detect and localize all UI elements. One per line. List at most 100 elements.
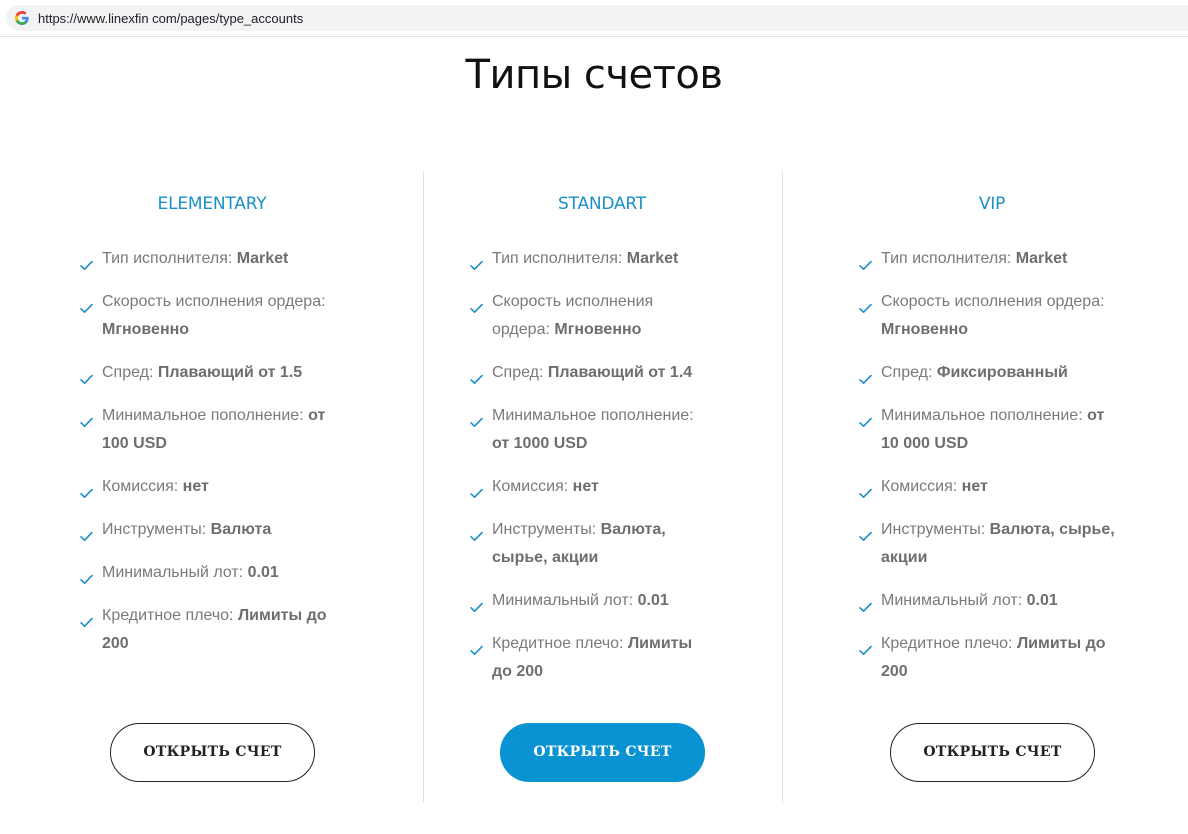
feature-value: нет	[182, 478, 209, 495]
feature-list: Тип исполнителя: Market Скорость исполнен…	[470, 245, 710, 701]
feature-label: Комиссия:	[102, 478, 183, 495]
feature-label: Инструменты:	[881, 521, 990, 538]
feature-value: Market	[236, 250, 289, 267]
check-icon	[470, 595, 483, 612]
column-divider	[423, 171, 424, 803]
feature-label: Инструменты:	[102, 521, 211, 538]
check-icon	[80, 567, 93, 584]
feature-item: Инструменты: Валюта	[80, 516, 346, 544]
feature-item: Инструменты: Валюта, сырье, акции	[470, 516, 710, 572]
feature-item: Комиссия: нет	[859, 473, 1125, 501]
page-title: Типы счетов	[465, 52, 723, 98]
feature-item: Спред: Плавающий от 1.5	[80, 359, 346, 387]
feature-item: Минимальный лот: 0.01	[80, 559, 346, 587]
feature-label: Минимальный лот:	[492, 592, 638, 609]
open-account-button[interactable]: ОТКРЫТЬ СЧЕТ	[110, 723, 315, 782]
feature-label: Кредитное плечо:	[492, 635, 628, 652]
feature-item: Кредитное плечо: Лимиты до 200	[80, 602, 346, 658]
feature-item: Кредитное плечо: Лимиты до 200	[470, 630, 710, 686]
plan-title: VIP	[978, 194, 1006, 214]
feature-item: Тип исполнителя: Market	[80, 245, 346, 273]
feature-label: Тип исполнителя:	[881, 250, 1016, 267]
check-icon	[80, 367, 93, 384]
feature-list: Тип исполнителя: Market Скорость исполнен…	[80, 245, 346, 673]
feature-label: Минимальное пополнение:	[492, 407, 694, 424]
feature-label: Тип исполнителя:	[492, 250, 627, 267]
check-icon	[80, 524, 93, 541]
check-icon	[859, 595, 872, 612]
feature-item: Спред: Плавающий от 1.4	[470, 359, 710, 387]
open-account-button[interactable]: ОТКРЫТЬ СЧЕТ	[500, 723, 705, 782]
browser-address-bar: https://www.linexfin com/pages/type_acco…	[0, 0, 1188, 37]
feature-item: Минимальный лот: 0.01	[470, 587, 710, 615]
check-icon	[80, 253, 93, 270]
feature-value: нет	[572, 478, 599, 495]
check-icon	[859, 253, 872, 270]
feature-label: Тип исполнителя:	[102, 250, 237, 267]
feature-label: Минимальное пополнение:	[102, 407, 309, 424]
url-field[interactable]: https://www.linexfin com/pages/type_acco…	[6, 5, 1188, 31]
feature-label: Спред:	[492, 364, 548, 381]
check-icon	[859, 638, 872, 655]
feature-label: Спред:	[102, 364, 158, 381]
feature-item: Комиссия: нет	[470, 473, 710, 501]
check-icon	[80, 610, 93, 627]
feature-label: Комиссия:	[492, 478, 573, 495]
feature-value: Фиксированный	[936, 364, 1068, 381]
check-icon	[859, 481, 872, 498]
feature-label: Минимальный лот:	[881, 592, 1027, 609]
check-icon	[470, 481, 483, 498]
feature-item: Кредитное плечо: Лимиты до 200	[859, 630, 1125, 686]
check-icon	[470, 638, 483, 655]
feature-value: 0.01	[637, 592, 669, 609]
check-icon	[859, 367, 872, 384]
feature-label: Кредитное плечо:	[102, 607, 238, 624]
check-icon	[470, 296, 483, 313]
feature-item: Минимальное пополнение: от 100 USD	[80, 402, 346, 458]
feature-item: Комиссия: нет	[80, 473, 346, 501]
url-text[interactable]: https://www.linexfin com/pages/type_acco…	[38, 11, 303, 26]
check-icon	[80, 296, 93, 313]
check-icon	[80, 410, 93, 427]
google-icon	[15, 11, 29, 25]
feature-value: нет	[961, 478, 988, 495]
feature-item: Скорость исполнения ордера: Мгновенно	[80, 288, 346, 344]
feature-label: Минимальный лот:	[102, 564, 248, 581]
feature-value: Мгновенно	[881, 321, 969, 338]
check-icon	[859, 296, 872, 313]
feature-label: Минимальное пополнение:	[881, 407, 1088, 424]
feature-label: Спред:	[881, 364, 937, 381]
feature-value: 0.01	[1026, 592, 1058, 609]
feature-value: Плавающий от 1.5	[157, 364, 303, 381]
feature-item: Скорость исполнения ордера: Мгновенно	[470, 288, 710, 344]
feature-label: Скорость исполнения ордера:	[102, 293, 326, 310]
feature-value: Мгновенно	[102, 321, 190, 338]
feature-value: 0.01	[247, 564, 279, 581]
feature-label: Скорость исполнения ордера:	[881, 293, 1105, 310]
feature-item: Минимальное пополнение: от 1000 USD	[470, 402, 710, 458]
feature-label: Инструменты:	[492, 521, 601, 538]
feature-value: Market	[1015, 250, 1068, 267]
feature-item: Спред: Фиксированный	[859, 359, 1125, 387]
feature-item: Тип исполнителя: Market	[470, 245, 710, 273]
feature-item: Минимальный лот: 0.01	[859, 587, 1125, 615]
plan-title: ELEMENTARY	[157, 194, 267, 214]
feature-value: Мгновенно	[554, 321, 642, 338]
check-icon	[80, 481, 93, 498]
feature-item: Тип исполнителя: Market	[859, 245, 1125, 273]
check-icon	[859, 410, 872, 427]
check-icon	[470, 410, 483, 427]
feature-value: Плавающий от 1.4	[547, 364, 693, 381]
check-icon	[470, 253, 483, 270]
feature-label: Кредитное плечо:	[881, 635, 1017, 652]
plan-title: STANDART	[558, 194, 646, 214]
feature-list: Тип исполнителя: Market Скорость исполнен…	[859, 245, 1125, 701]
column-divider	[782, 171, 783, 803]
feature-value: Валюта	[210, 521, 272, 538]
feature-item: Минимальное пополнение: от 10 000 USD	[859, 402, 1125, 458]
check-icon	[470, 524, 483, 541]
feature-value: от 1000 USD	[492, 435, 588, 452]
feature-item: Скорость исполнения ордера: Мгновенно	[859, 288, 1125, 344]
feature-value: Market	[626, 250, 679, 267]
open-account-button[interactable]: ОТКРЫТЬ СЧЕТ	[890, 723, 1095, 782]
